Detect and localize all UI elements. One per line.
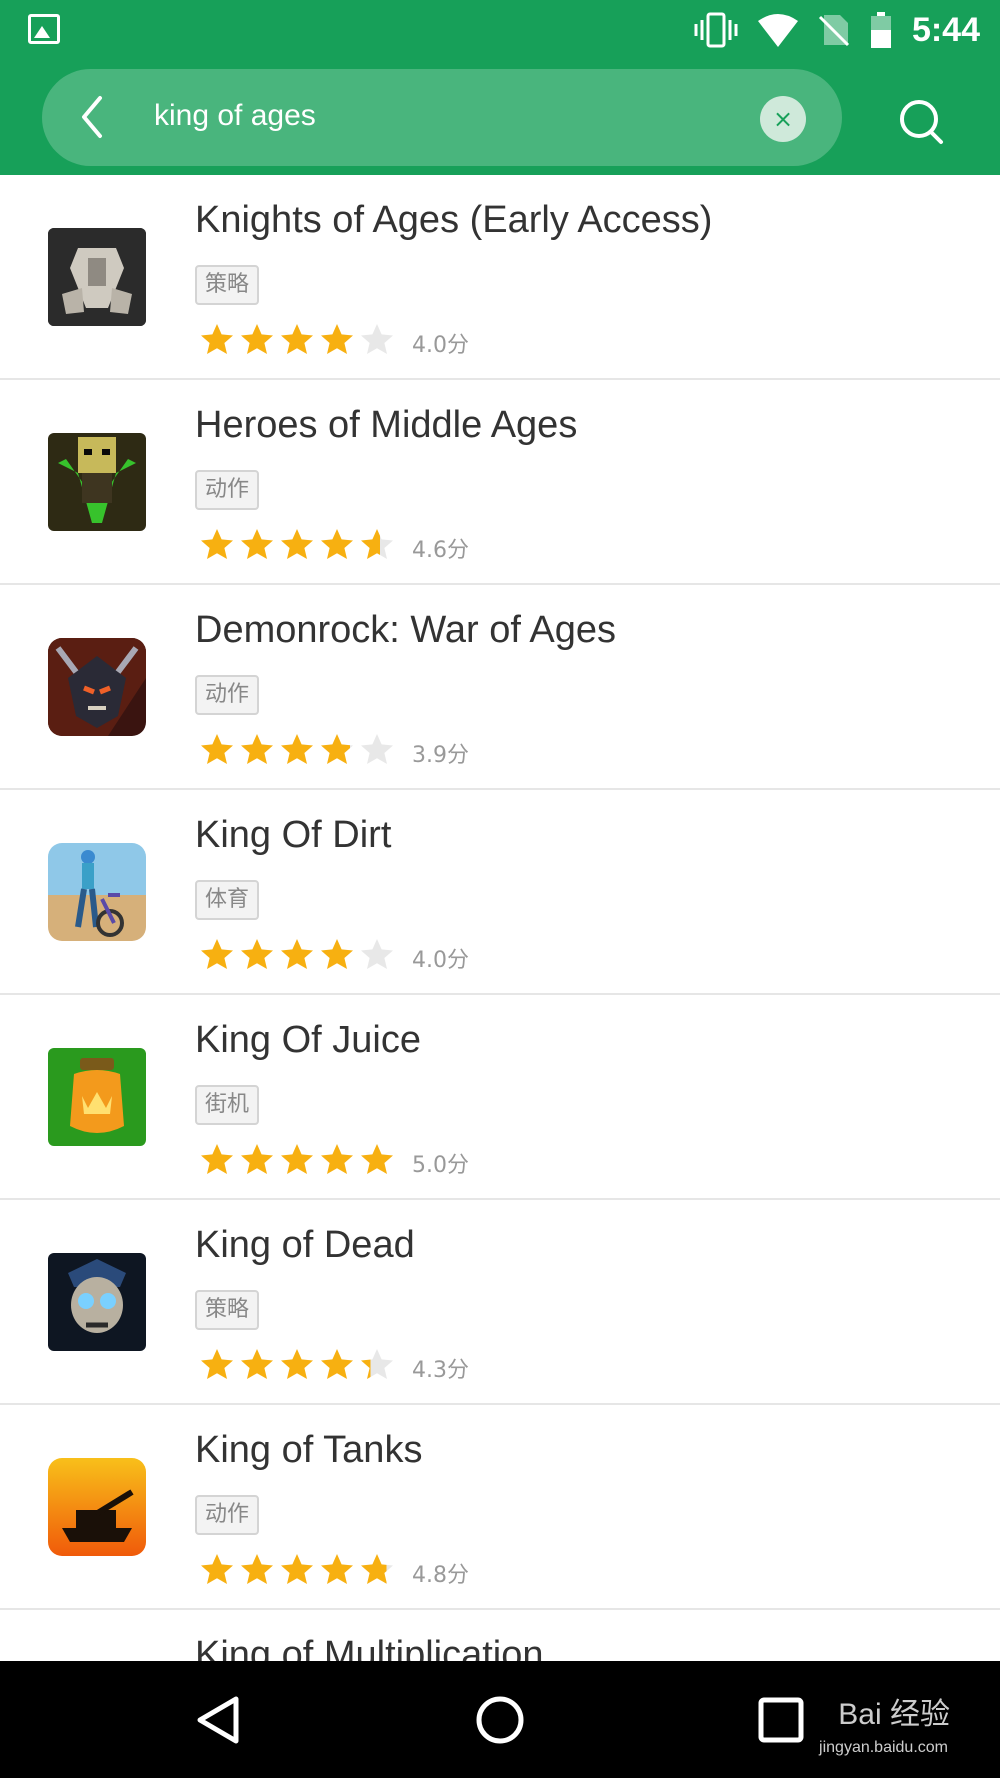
star-full-icon: [201, 529, 233, 559]
image-icon: [28, 14, 60, 44]
rating-score: 4.8分: [412, 1563, 469, 1588]
star-full-icon: [241, 734, 273, 764]
star-full-icon: [241, 1349, 273, 1379]
star-rating: [200, 938, 394, 974]
app-title[interactable]: King Of Juice: [195, 1019, 421, 1062]
list-item[interactable]: Demonrock: War of Ages 动作 3.9分: [0, 585, 1000, 790]
list-item[interactable]: King Of Dirt 体育 4.0分: [0, 790, 1000, 995]
star-full-icon: [241, 939, 273, 969]
star-half-icon: [361, 529, 393, 559]
star-full-icon: [321, 1144, 353, 1174]
star-empty-icon: [361, 734, 393, 764]
app-title[interactable]: Knights of Ages (Early Access): [195, 199, 712, 242]
app-title[interactable]: King Of Dirt: [195, 814, 391, 857]
star-full-icon: [241, 324, 273, 354]
navigation-bar: Bai 经验 jingyan.baidu.com: [0, 1661, 1000, 1778]
category-tag: 动作: [195, 1495, 260, 1535]
star-rating: [200, 1553, 394, 1589]
list-item[interactable]: Knights of Ages (Early Access) 策略 4.0分: [0, 175, 1000, 380]
star-full-icon: [201, 324, 233, 354]
rating-score: 3.9分: [412, 743, 469, 768]
star-full-icon: [201, 1144, 233, 1174]
clear-search-button[interactable]: ×: [760, 96, 806, 142]
search-results-list[interactable]: Knights of Ages (Early Access) 策略 4.0分 H…: [0, 175, 1000, 1661]
rating-score: 4.0分: [412, 333, 469, 358]
star-full-icon: [201, 1554, 233, 1584]
rating-score: 4.0分: [412, 948, 469, 973]
clock: 5:44: [911, 10, 980, 49]
star-rating: [200, 528, 394, 564]
vibrate-icon: [694, 12, 738, 48]
star-full-icon: [281, 734, 313, 764]
recent-apps-icon[interactable]: [746, 1687, 816, 1753]
back-icon[interactable]: [184, 1687, 254, 1753]
rating-score: 4.3分: [412, 1358, 469, 1383]
star-full-icon: [281, 1144, 313, 1174]
app-title[interactable]: King of Dead: [195, 1224, 415, 1267]
app-title[interactable]: Heroes of Middle Ages: [195, 404, 577, 447]
armor-icon: [48, 228, 146, 326]
star-full-icon: [201, 734, 233, 764]
list-item[interactable]: King Of Juice 街机 5.0分: [0, 995, 1000, 1200]
status-icons: 5:44: [694, 8, 980, 52]
battery-icon: [870, 12, 891, 48]
category-tag: 策略: [195, 1290, 260, 1330]
watermark: Bai 经验: [838, 1698, 950, 1731]
star-half-icon: [361, 1349, 393, 1379]
tank-icon: [48, 1458, 146, 1556]
star-full-icon: [201, 1349, 233, 1379]
rating-score: 5.0分: [412, 1153, 469, 1178]
category-tag: 动作: [195, 675, 260, 715]
star-full-icon: [321, 324, 353, 354]
star-empty-icon: [361, 939, 393, 969]
search-input[interactable]: king of ages: [154, 86, 316, 146]
star-rating: [200, 323, 394, 359]
star-full-icon: [321, 939, 353, 969]
star-full-icon: [321, 1349, 353, 1379]
back-arrow-icon[interactable]: [68, 88, 116, 146]
star-half-icon: [321, 734, 353, 764]
star-rating: [200, 1348, 394, 1384]
app-title[interactable]: King of Tanks: [195, 1429, 422, 1472]
hero-icon: [48, 433, 146, 531]
star-half-icon: [361, 1554, 393, 1584]
wifi-icon: [757, 14, 798, 47]
app-title[interactable]: King of Multiplication: [195, 1634, 544, 1661]
star-full-icon: [281, 1554, 313, 1584]
list-item[interactable]: Heroes of Middle Ages 动作 4.6分: [0, 380, 1000, 585]
star-full-icon: [241, 529, 273, 559]
search-header: king of ages ×: [0, 60, 1000, 175]
category-tag: 策略: [195, 265, 260, 305]
star-full-icon: [281, 1349, 313, 1379]
category-tag: 体育: [195, 880, 260, 920]
bike-icon: [48, 843, 146, 941]
category-tag: 动作: [195, 470, 260, 510]
category-tag: 街机: [195, 1085, 260, 1125]
home-icon[interactable]: [465, 1687, 535, 1753]
star-full-icon: [321, 529, 353, 559]
rating-score: 4.6分: [412, 538, 469, 563]
no-sim-icon: [818, 15, 849, 47]
star-full-icon: [361, 1144, 393, 1174]
list-item[interactable]: King of Multiplication: [0, 1610, 1000, 1661]
list-item[interactable]: King of Tanks 动作 4.8分: [0, 1405, 1000, 1610]
star-full-icon: [321, 1554, 353, 1584]
star-full-icon: [281, 324, 313, 354]
star-full-icon: [241, 1554, 273, 1584]
skull-icon: [48, 1253, 146, 1351]
status-bar: 5:44: [0, 0, 1000, 60]
app-title[interactable]: Demonrock: War of Ages: [195, 609, 616, 652]
demon-icon: [48, 638, 146, 736]
star-full-icon: [241, 1144, 273, 1174]
star-full-icon: [281, 939, 313, 969]
search-icon[interactable]: [896, 96, 946, 148]
star-empty-icon: [361, 324, 393, 354]
watermark-url: jingyan.baidu.com: [819, 1739, 948, 1756]
star-full-icon: [201, 939, 233, 969]
juice-jar-icon: [48, 1048, 146, 1146]
star-rating: [200, 1143, 394, 1179]
star-full-icon: [281, 529, 313, 559]
list-item[interactable]: King of Dead 策略 4.3分: [0, 1200, 1000, 1405]
star-rating: [200, 733, 394, 769]
